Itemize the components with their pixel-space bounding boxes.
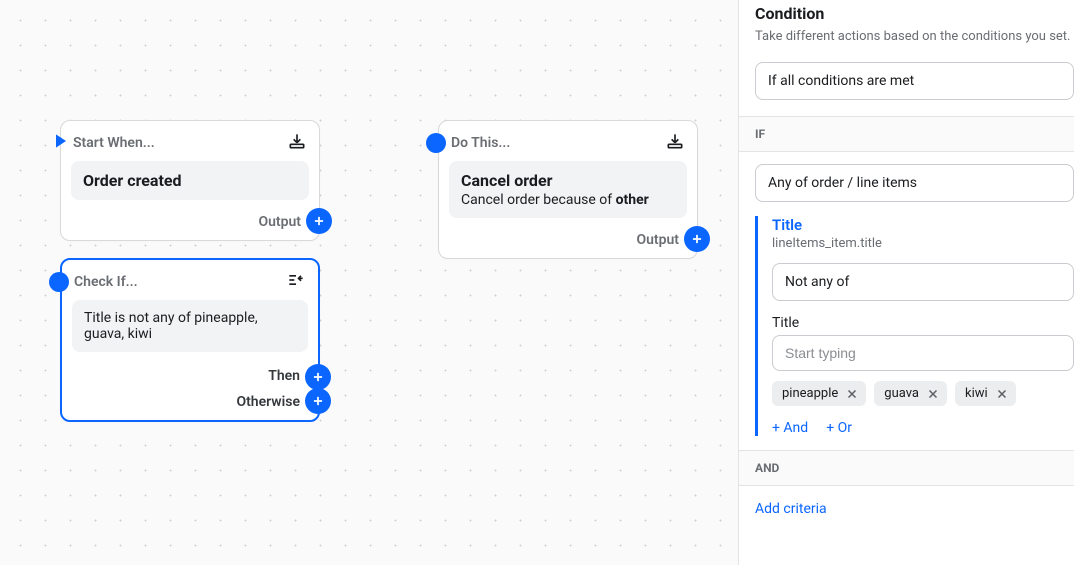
node-condition-otherwise-label: Otherwise	[236, 394, 300, 410]
port-output-button[interactable]	[684, 226, 710, 252]
node-input-port[interactable]	[49, 272, 69, 292]
close-icon[interactable]	[846, 388, 858, 400]
condition-panel: Condition Take different actions based o…	[738, 0, 1074, 565]
and-section-header: AND	[739, 450, 1074, 486]
criteria-path: lineItems_item.title	[772, 236, 1074, 251]
node-start-output-label: Output	[258, 214, 301, 230]
panel-title: Condition	[755, 0, 1074, 23]
node-action[interactable]: Do This... Cancel order Cancel order bec…	[438, 120, 698, 259]
port-output-button[interactable]	[306, 208, 332, 234]
value-field-label: Title	[772, 315, 1074, 331]
value-input[interactable]	[772, 335, 1074, 371]
criteria-block: Title lineItems_item.title Not any of Ti…	[755, 216, 1074, 436]
close-icon[interactable]	[996, 388, 1008, 400]
value-chip[interactable]: kiwi	[955, 381, 1016, 406]
download-icon[interactable]	[287, 131, 307, 155]
node-condition[interactable]: Check If... Title is not any of pineappl…	[60, 258, 320, 422]
add-and-link[interactable]: + And	[772, 420, 808, 436]
add-criteria-link[interactable]: Add criteria	[755, 501, 827, 517]
node-start[interactable]: Start When... Order created Output	[60, 120, 320, 241]
value-chip-row: pineapple guava kiwi	[772, 381, 1074, 406]
value-chip[interactable]: pineapple	[772, 381, 866, 406]
criteria-title[interactable]: Title	[772, 216, 1074, 234]
add-or-link[interactable]: + Or	[826, 420, 852, 436]
node-condition-then-label: Then	[268, 368, 300, 384]
close-icon[interactable]	[927, 388, 939, 400]
download-icon[interactable]	[665, 131, 685, 155]
node-action-output-label: Output	[636, 232, 679, 248]
port-otherwise-button[interactable]	[305, 388, 331, 414]
node-condition-summary: Title is not any of pineapple, guava, ki…	[72, 300, 308, 352]
node-action-title: Cancel order	[461, 171, 675, 190]
condition-icon[interactable]	[286, 270, 306, 294]
port-then-button[interactable]	[305, 364, 331, 390]
node-input-port[interactable]	[426, 133, 446, 153]
node-start-header: Start When...	[73, 135, 155, 151]
node-action-header: Do This...	[451, 135, 510, 151]
node-action-subtitle: Cancel order because of other	[461, 192, 675, 208]
panel-description: Take different actions based on the cond…	[755, 29, 1074, 44]
condition-mode-select[interactable]: If all conditions are met	[755, 62, 1074, 100]
value-chip[interactable]: guava	[874, 381, 947, 406]
if-section-header: IF	[739, 116, 1074, 152]
node-start-title: Order created	[83, 171, 297, 190]
operator-select[interactable]: Not any of	[772, 263, 1074, 301]
start-marker-icon	[51, 129, 71, 157]
node-condition-header: Check If...	[74, 274, 138, 290]
scope-select[interactable]: Any of order / line items	[755, 164, 1074, 202]
